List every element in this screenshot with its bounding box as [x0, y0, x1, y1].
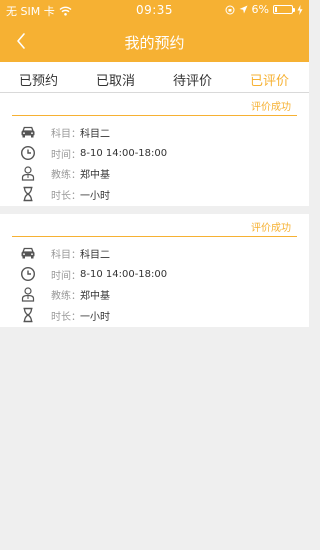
- charging-bolt-icon: [297, 4, 303, 15]
- battery-percent: 6%: [251, 3, 269, 16]
- hourglass-icon: [23, 186, 33, 202]
- time-label: 时间：: [51, 270, 81, 282]
- appointment-card[interactable]: 评价成功 科目： 科目二 时间： 8-10 14:00-18:00 教练： 郑中…: [0, 93, 309, 206]
- tab-to-review[interactable]: 待评价: [154, 70, 231, 89]
- status-bar: 无 SIM 卡 09:35 6%: [0, 0, 309, 20]
- nav-bar: 我的预约: [0, 20, 309, 62]
- duration-value: 一小时: [80, 311, 110, 323]
- subject-label: 科目：: [51, 249, 81, 261]
- appointment-card[interactable]: 评价成功 科目： 科目二 时间： 8-10 14:00-18:00 教练： 郑中…: [0, 214, 309, 327]
- duration-label: 时长：: [51, 190, 81, 202]
- tab-bar: 已预约 已取消 待评价 已评价: [0, 62, 309, 93]
- battery-icon: [273, 5, 295, 14]
- time-row: 时间： 8-10 14:00-18:00: [20, 144, 167, 162]
- subject-value: 科目二: [80, 249, 110, 261]
- duration-label: 时长：: [51, 311, 81, 323]
- time-row: 时间： 8-10 14:00-18:00: [20, 265, 167, 283]
- divider: [12, 236, 297, 237]
- app-header: 无 SIM 卡 09:35 6% 我的预约: [0, 0, 309, 62]
- status-right: 6%: [225, 3, 303, 16]
- duration-row: 时长： 一小时: [20, 306, 110, 324]
- duration-value: 一小时: [80, 190, 110, 202]
- subject-row: 科目： 科目二: [20, 244, 110, 262]
- subject-value: 科目二: [80, 128, 110, 140]
- coach-row: 教练： 郑中基: [20, 164, 110, 182]
- coach-label: 教练：: [51, 169, 81, 181]
- duration-row: 时长： 一小时: [20, 185, 110, 203]
- status-badge: 评价成功: [251, 223, 291, 234]
- person-icon: [21, 166, 35, 181]
- car-icon: [21, 247, 35, 259]
- time-value: 8-10 14:00-18:00: [80, 268, 168, 280]
- coach-row: 教练： 郑中基: [20, 285, 110, 303]
- car-icon: [21, 126, 35, 138]
- coach-value: 郑中基: [80, 290, 110, 302]
- subject-row: 科目： 科目二: [20, 123, 110, 141]
- coach-value: 郑中基: [80, 169, 110, 181]
- divider: [12, 115, 297, 116]
- tab-cancelled[interactable]: 已取消: [77, 70, 154, 89]
- subject-label: 科目：: [51, 128, 81, 140]
- rotation-lock-icon: [225, 5, 235, 14]
- tab-booked[interactable]: 已预约: [0, 70, 77, 89]
- clock-icon: [20, 145, 36, 161]
- time-value: 8-10 14:00-18:00: [80, 147, 168, 159]
- location-arrow-icon: [239, 5, 248, 14]
- time-label: 时间：: [51, 149, 81, 161]
- tab-reviewed[interactable]: 已评价: [231, 70, 308, 89]
- page-title: 我的预约: [124, 34, 185, 52]
- status-badge: 评价成功: [251, 102, 291, 113]
- hourglass-icon: [23, 307, 33, 323]
- coach-label: 教练：: [51, 290, 81, 302]
- person-icon: [21, 287, 35, 302]
- clock-icon: [20, 266, 36, 282]
